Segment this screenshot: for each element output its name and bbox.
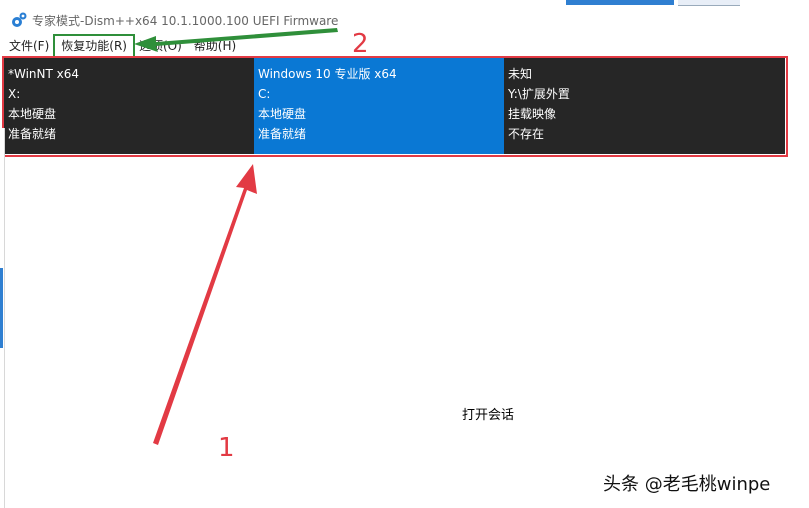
session-status: 准备就绪 (258, 127, 307, 141)
annotation-red-arrow (153, 164, 257, 445)
annotation-label-2: 2 (352, 29, 369, 59)
background-window-tab (566, 0, 674, 5)
session-drive: X: (8, 87, 21, 101)
window-left-edge (0, 128, 5, 508)
menu-bar: 文件(F) 恢复功能(R) 选项(O) 帮助(H) (0, 34, 809, 58)
session-type: 挂载映像 (508, 107, 557, 121)
open-session-link[interactable]: 打开会话 (462, 404, 514, 423)
gear-icon (12, 12, 27, 27)
menu-recovery[interactable]: 恢复功能(R) (53, 34, 135, 58)
background-window-edge (0, 268, 3, 348)
window-title: 专家模式-Dism++x64 10.1.1000.100 UEFI Firmwa… (32, 13, 339, 28)
session-drive: C: (258, 87, 271, 101)
session-type: 本地硬盘 (258, 107, 307, 121)
session-card-windows10[interactable]: Windows 10 专业版 x64 C: 本地硬盘 准备就绪 (254, 58, 504, 154)
session-list: *WinNT x64 X: 本地硬盘 准备就绪 Windows 10 专业版 x… (4, 58, 785, 154)
session-name: 未知 (508, 67, 533, 81)
session-drive: Y:\扩展外置 (508, 87, 570, 101)
watermark: 头条 @老毛桃winpe (603, 474, 771, 495)
session-type: 本地硬盘 (8, 107, 57, 121)
menu-help[interactable]: 帮助(H) (188, 36, 242, 56)
session-name: Windows 10 专业版 x64 (258, 67, 397, 81)
title-bar: 专家模式-Dism++x64 10.1.1000.100 UEFI Firmwa… (0, 6, 809, 34)
session-name: *WinNT x64 (8, 67, 80, 81)
session-card-unknown[interactable]: 未知 Y:\扩展外置 挂载映像 不存在 (504, 58, 785, 154)
annotation-label-1: 1 (218, 433, 235, 463)
session-status: 准备就绪 (8, 127, 57, 141)
menu-file[interactable]: 文件(F) (3, 36, 55, 56)
session-card-winnt[interactable]: *WinNT x64 X: 本地硬盘 准备就绪 (4, 58, 254, 154)
menu-options[interactable]: 选项(O) (133, 36, 188, 56)
session-status: 不存在 (508, 127, 545, 141)
